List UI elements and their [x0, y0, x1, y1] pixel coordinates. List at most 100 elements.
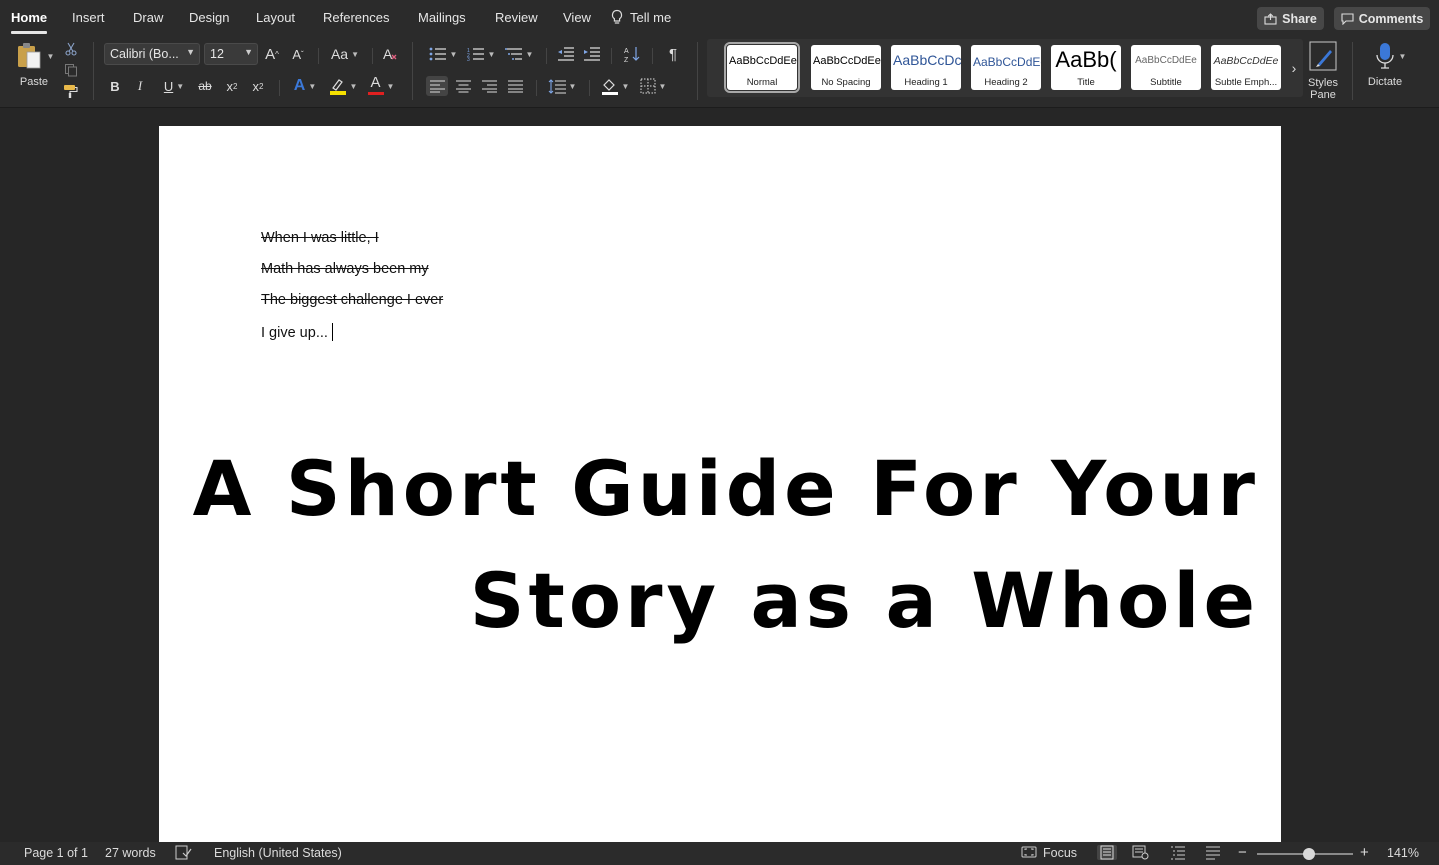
- align-left-icon[interactable]: [426, 76, 448, 96]
- print-layout-icon[interactable]: [1097, 845, 1117, 860]
- increase-indent-icon[interactable]: [581, 44, 601, 64]
- struck-line-3[interactable]: The biggest challenge I ever: [261, 292, 443, 308]
- styles-gallery: AaBbCcDdEe Normal AaBbCcDdEe No Spacing …: [707, 39, 1303, 97]
- language-indicator[interactable]: English (United States): [214, 846, 342, 860]
- share-button[interactable]: Share: [1257, 7, 1324, 30]
- current-line[interactable]: I give up...: [261, 323, 333, 341]
- tab-layout[interactable]: Layout: [256, 10, 295, 25]
- tab-draw[interactable]: Draw: [133, 10, 163, 25]
- align-center-icon[interactable]: [452, 76, 474, 96]
- struck-line-1[interactable]: When I was little, I: [261, 230, 379, 246]
- ribbon-separator: [589, 80, 590, 96]
- superscript-button[interactable]: x2: [248, 76, 268, 96]
- tab-design[interactable]: Design: [189, 10, 229, 25]
- outline-view-icon[interactable]: [1170, 845, 1186, 860]
- document-canvas: When I was little, I Math has always bee…: [0, 109, 1439, 842]
- tab-insert[interactable]: Insert: [72, 10, 105, 25]
- justify-icon[interactable]: [504, 76, 526, 96]
- proofing-icon[interactable]: [175, 845, 192, 860]
- focus-mode-button[interactable]: Focus: [1043, 846, 1077, 860]
- microphone-icon: [1374, 41, 1396, 71]
- text-effects-button[interactable]: A ▼: [288, 76, 322, 96]
- draft-view-icon[interactable]: [1205, 845, 1221, 860]
- svg-text:A: A: [624, 48, 629, 55]
- font-name-dropdown[interactable]: Calibri (Bo... ▼: [104, 43, 200, 65]
- comments-label: Comments: [1358, 11, 1424, 26]
- sort-icon[interactable]: AZ: [621, 43, 643, 65]
- show-formatting-marks-button[interactable]: ¶: [663, 44, 683, 64]
- format-painter-icon[interactable]: [62, 82, 80, 100]
- multilevel-list-button[interactable]: ▼: [502, 44, 536, 64]
- dictate-button[interactable]: ▼: [1368, 40, 1412, 72]
- ribbon-separator: [536, 80, 537, 96]
- bold-button[interactable]: B: [106, 76, 124, 96]
- lightbulb-icon: [610, 9, 624, 25]
- struck-line-2[interactable]: Math has always been my: [261, 261, 429, 277]
- style-subtle-emphasis[interactable]: AaBbCcDdEe Subtle Emph...: [1211, 45, 1281, 90]
- styles-pane-button[interactable]: [1307, 40, 1339, 72]
- document-page[interactable]: When I was little, I Math has always bee…: [159, 126, 1281, 842]
- clear-formatting-icon: A: [382, 46, 400, 62]
- tab-mailings[interactable]: Mailings: [418, 10, 466, 25]
- chevron-down-icon: ▼: [1398, 51, 1407, 61]
- bullets-button[interactable]: ▼: [426, 44, 460, 64]
- chevron-down-icon: ▼: [176, 81, 185, 91]
- style-preview: AaBbCcDdEe: [973, 55, 1041, 69]
- cut-icon[interactable]: [62, 40, 80, 58]
- style-normal[interactable]: AaBbCcDdEe Normal: [724, 42, 800, 93]
- shrink-font-button[interactable]: Aˇ: [288, 44, 308, 64]
- chevron-down-icon: ▼: [525, 49, 534, 59]
- tab-review[interactable]: Review: [495, 10, 538, 25]
- zoom-level[interactable]: 141%: [1387, 846, 1419, 860]
- title-line-1[interactable]: A Short Guide For Your: [193, 444, 1259, 533]
- italic-button[interactable]: I: [131, 76, 149, 96]
- zoom-slider-thumb[interactable]: [1303, 848, 1315, 860]
- zoom-in-button[interactable]: +: [1360, 844, 1369, 861]
- align-right-icon[interactable]: [478, 76, 500, 96]
- comments-button[interactable]: Comments: [1334, 7, 1430, 30]
- web-layout-icon[interactable]: [1132, 845, 1149, 860]
- svg-text:A: A: [383, 46, 393, 62]
- share-icon: [1264, 12, 1277, 25]
- font-size-dropdown[interactable]: 12 ▼: [204, 43, 258, 65]
- decrease-indent-icon[interactable]: [555, 44, 575, 64]
- zoom-out-button[interactable]: −: [1238, 844, 1247, 861]
- tab-home[interactable]: Home: [11, 10, 48, 34]
- subscript-button[interactable]: x2: [222, 76, 242, 96]
- change-case-button[interactable]: Aa ▼: [328, 44, 362, 64]
- borders-button[interactable]: ▼: [636, 76, 670, 96]
- style-subtitle[interactable]: AaBbCcDdEe Subtitle: [1131, 45, 1201, 90]
- borders-icon: [640, 78, 656, 94]
- style-heading-1[interactable]: AaBbCcDc Heading 1: [891, 45, 961, 90]
- change-case-label: Aa: [330, 46, 349, 62]
- numbered-list-icon: 123: [467, 47, 485, 61]
- underline-button[interactable]: U ▼: [157, 76, 191, 96]
- shading-button[interactable]: ▼: [598, 76, 632, 96]
- font-color-button[interactable]: A ▼: [364, 75, 398, 96]
- chevron-right-icon[interactable]: ›: [1287, 53, 1301, 83]
- dictate-label: Dictate: [1367, 76, 1403, 88]
- tab-references[interactable]: References: [323, 10, 389, 25]
- strikethrough-button[interactable]: ab: [195, 76, 215, 96]
- grow-font-label: A: [265, 45, 276, 63]
- clear-formatting-button[interactable]: A: [380, 44, 402, 64]
- numbering-button[interactable]: 123 ▼: [464, 44, 498, 64]
- copy-icon[interactable]: [62, 61, 80, 79]
- share-label: Share: [1282, 11, 1317, 26]
- grow-font-button[interactable]: A ^: [262, 44, 282, 64]
- style-name: No Spacing: [821, 77, 871, 88]
- tell-me-search[interactable]: Tell me: [610, 9, 671, 25]
- title-line-2[interactable]: Story as a Whole: [470, 556, 1259, 645]
- ribbon-separator: [318, 48, 319, 64]
- style-title[interactable]: AaBb( Title: [1051, 45, 1121, 90]
- focus-icon[interactable]: [1021, 845, 1037, 859]
- line-spacing-button[interactable]: ▼: [545, 76, 579, 96]
- highlight-button[interactable]: ▼: [326, 76, 360, 96]
- tab-view[interactable]: View: [563, 10, 591, 25]
- style-no-spacing[interactable]: AaBbCcDdEe No Spacing: [811, 45, 881, 90]
- page-count[interactable]: Page 1 of 1: [24, 846, 88, 860]
- word-count[interactable]: 27 words: [105, 846, 156, 860]
- styles-pane-label: Styles Pane: [1308, 77, 1338, 101]
- style-heading-2[interactable]: AaBbCcDdEe Heading 2: [971, 45, 1041, 90]
- paste-button[interactable]: ▼: [12, 40, 56, 72]
